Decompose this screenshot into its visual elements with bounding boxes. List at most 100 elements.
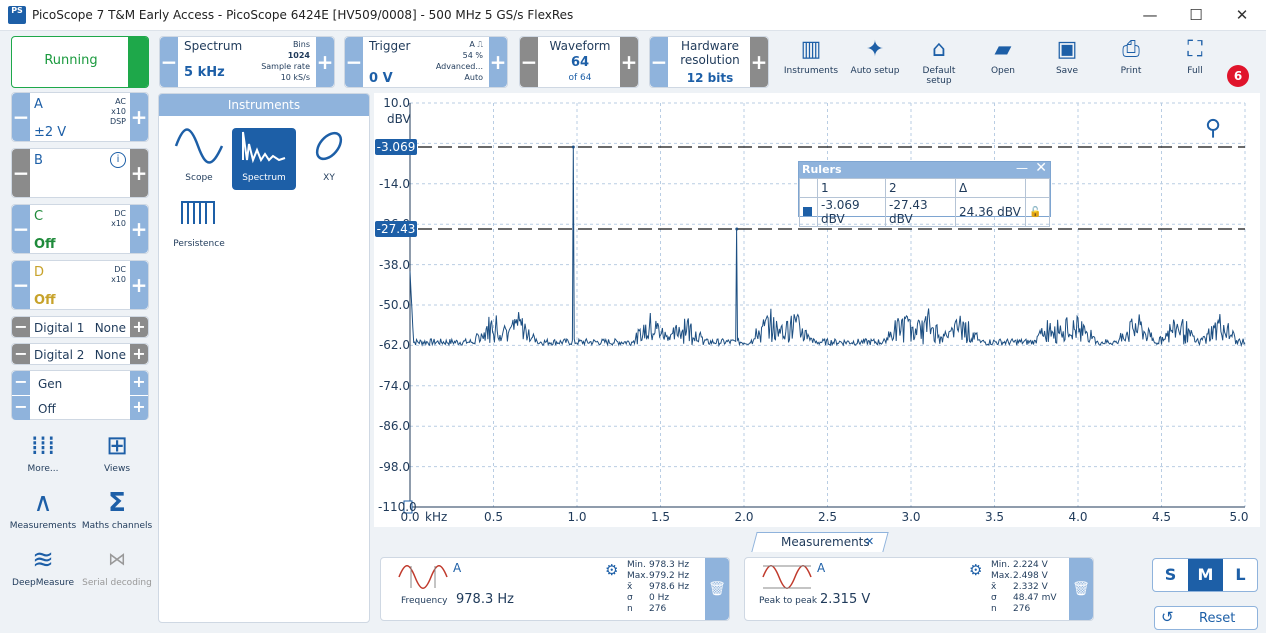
measurements-tab-close[interactable]: ✕ (865, 535, 874, 548)
full-button[interactable]: ⛶ Full (1165, 36, 1225, 86)
measurements-tool-button[interactable]: ∧ Measurements (7, 485, 79, 531)
default-setup-label: Default setup (922, 66, 956, 86)
channel-c-decrease[interactable]: − (12, 205, 30, 253)
close-button[interactable]: ✕ (1219, 0, 1265, 31)
spectrum-decrease-button[interactable]: − (160, 37, 178, 87)
size-large-button[interactable]: L (1223, 559, 1258, 591)
instruments-button[interactable]: ▥ Instruments (781, 36, 841, 86)
pp-delete-trash-icon[interactable]: 🗑 (1069, 558, 1093, 620)
measurement-card-peak-to-peak[interactable]: A Peak to peak 2.315 V ⚙ Min. Max. x̄ σ n 2.… (744, 557, 1094, 621)
gen-decrease[interactable]: − (12, 371, 30, 395)
gen-increase[interactable]: + (130, 371, 148, 395)
ruler-2-handle[interactable]: -27.43 (375, 221, 417, 237)
open-button[interactable]: ▰ Open (973, 36, 1033, 86)
series-color-swatch (803, 207, 812, 216)
digital-2-panel[interactable]: − Digital 2 None + (11, 343, 149, 365)
channel-a-decrease[interactable]: − (12, 93, 30, 141)
resolution-decrease-button[interactable]: − (650, 37, 668, 87)
spectrum-range-value[interactable]: 5 kHz (184, 65, 225, 80)
reset-label: Reset (1199, 611, 1236, 626)
channel-d-increase[interactable]: + (130, 261, 148, 309)
freq-delete-trash-icon[interactable]: 🗑 (705, 558, 729, 620)
digital-1-decrease[interactable]: − (12, 317, 30, 337)
channel-a-coupling: AC (115, 97, 126, 106)
instrument-spectrum[interactable]: Spectrum (232, 128, 296, 190)
freq-name: Frequency (401, 596, 448, 606)
info-icon[interactable]: i (110, 152, 126, 168)
channel-b-panel[interactable]: − B i + (11, 148, 149, 198)
gen-off-decrease[interactable]: − (12, 396, 30, 420)
digital-1-increase[interactable]: + (130, 317, 148, 337)
maths-channels-button[interactable]: Σ Maths channels (81, 485, 153, 531)
channel-b-label: B (34, 153, 43, 168)
freq-mean: 978.6 Hz (649, 582, 690, 592)
channel-a-panel[interactable]: − A ±2 V AC x10 DSP + (11, 92, 149, 142)
pp-n: 276 (1013, 604, 1031, 614)
rulers-window[interactable]: Rulers — ✕ 12Δ -3.069 dBV -27.43 dBV 24.36… (798, 160, 1051, 227)
channel-c-panel[interactable]: − C Off DC x10 + (11, 204, 149, 254)
minimize-button[interactable]: — (1127, 0, 1173, 31)
ruler-1-handle[interactable]: -3.069 (375, 138, 417, 155)
full-label: Full (1187, 66, 1203, 76)
rulers-title[interactable]: Rulers (799, 162, 1050, 178)
digital-2-decrease[interactable]: − (12, 344, 30, 364)
deepmeasure-button[interactable]: ≋ DeepMeasure (7, 542, 79, 588)
measurement-card-frequency[interactable]: A Frequency 978.3 Hz ⚙ Min. Max. x̄ σ n 978.… (380, 557, 730, 621)
waveform-prev-button[interactable]: − (520, 37, 538, 87)
x-tick-label: 4.5 (1151, 510, 1172, 524)
serial-decoding-button[interactable]: ⋈ Serial decoding (81, 542, 153, 588)
spectrum-increase-button[interactable]: + (316, 37, 334, 87)
trigger-level-value[interactable]: 0 V (369, 71, 393, 86)
channel-b-increase[interactable]: + (130, 149, 148, 197)
digital-2-increase[interactable]: + (130, 344, 148, 364)
notification-badge[interactable]: 6 (1227, 65, 1249, 87)
views-button[interactable]: ⊞ Views (81, 428, 153, 474)
auto-setup-button[interactable]: ✦ Auto setup (845, 36, 905, 86)
freq-settings-gear-icon[interactable]: ⚙ (605, 561, 618, 579)
channel-b-decrease[interactable]: − (12, 149, 30, 197)
size-selector: S M L (1152, 558, 1258, 592)
print-icon: ⎙ (1122, 37, 1140, 62)
save-button[interactable]: ▣ Save (1037, 36, 1097, 86)
maximize-button[interactable]: ☐ (1173, 0, 1219, 31)
zoom-icon[interactable]: ⚲ (1205, 116, 1221, 141)
channel-a-increase[interactable]: + (130, 93, 148, 141)
instrument-scope[interactable]: Scope (167, 128, 231, 190)
instrument-persistence[interactable]: Persistence (167, 194, 231, 256)
size-medium-button[interactable]: M (1188, 559, 1223, 591)
default-setup-button[interactable]: ⌂ Default setup (909, 36, 969, 86)
waveform-next-button[interactable]: + (620, 37, 638, 87)
trigger-mode[interactable]: Auto (436, 72, 483, 83)
trigger-advanced[interactable]: Advanced... (436, 61, 483, 72)
channel-a-label: A (34, 97, 43, 112)
run-stop-button[interactable]: Running (11, 36, 149, 88)
trigger-decrease-button[interactable]: − (345, 37, 363, 87)
resolution-increase-button[interactable]: + (750, 37, 768, 87)
rulers-minimize-button[interactable]: — (1016, 161, 1028, 175)
rulers-close-button[interactable]: ✕ (1035, 160, 1047, 176)
trigger-increase-button[interactable]: + (489, 37, 507, 87)
xy-icon (315, 131, 343, 161)
channel-d-decrease[interactable]: − (12, 261, 30, 309)
y-tick-label: -62.0 (378, 338, 410, 353)
channel-c-increase[interactable]: + (130, 205, 148, 253)
y-tick-label: 10.0 (383, 96, 410, 110)
resolution-value[interactable]: 12 bits (668, 71, 752, 85)
rising-edge-icon: ⎍ (477, 40, 483, 49)
waveform-title: Waveform (549, 39, 611, 53)
generator-panel[interactable]: − Gen + − Off + (11, 370, 149, 420)
reset-button[interactable]: ↺ Reset (1154, 606, 1258, 630)
gen-off-increase[interactable]: + (130, 396, 148, 420)
digital-1-panel[interactable]: − Digital 1 None + (11, 316, 149, 338)
waveform-count: of 64 (568, 73, 592, 83)
instrument-xy[interactable]: XY (297, 128, 361, 190)
spectrum-chart[interactable] (374, 93, 1260, 527)
measurements-tab-label[interactable]: Measurements (781, 535, 870, 549)
more-button[interactable]: ⁞⁞⁞ More... (7, 428, 79, 474)
pp-settings-gear-icon[interactable]: ⚙ (969, 561, 982, 579)
size-small-button[interactable]: S (1153, 559, 1188, 591)
unlock-icon[interactable]: 🔓 (1025, 197, 1050, 227)
channel-d-panel[interactable]: − D Off DC x10 + (11, 260, 149, 310)
waveform-index: 64 (570, 55, 590, 70)
print-button[interactable]: ⎙ Print (1101, 36, 1161, 86)
